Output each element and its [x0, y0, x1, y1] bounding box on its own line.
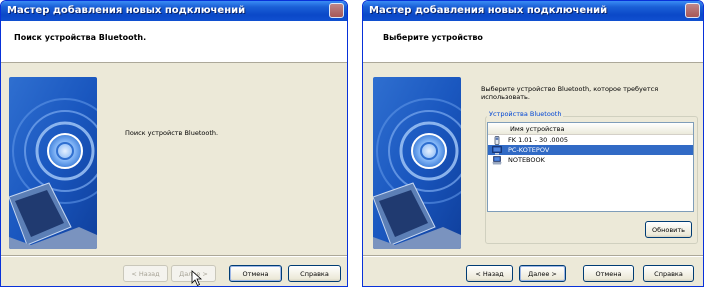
device-list-item[interactable]: NOTEBOOK [488, 155, 693, 165]
instruction-text: Выберите устройство Bluetooth, которое т… [481, 85, 659, 101]
wizard-header: Выберите устройство [363, 21, 703, 63]
title-bar[interactable]: Мастер добавления новых подключений [363, 1, 703, 21]
computer-icon [492, 145, 502, 154]
wizard-window-search: Мастер добавления новых подключений Поис… [0, 0, 348, 287]
device-list-item-selected[interactable]: PC-KOTEPOV [488, 145, 693, 155]
bluetooth-wizard-art [9, 77, 97, 249]
mouse-cursor-icon [191, 270, 203, 286]
cancel-button[interactable]: Отмена [229, 265, 282, 282]
phone-icon [494, 135, 500, 145]
help-button[interactable]: Справка [643, 265, 694, 282]
page-title: Выберите устройство [383, 33, 483, 42]
laptop-icon [492, 155, 502, 164]
back-button[interactable]: < Назад [123, 265, 168, 282]
device-list-item[interactable]: FK 1.01 - 30 .0005 [488, 135, 693, 145]
button-separator [363, 255, 703, 257]
window-title: Мастер добавления новых подключений [7, 5, 246, 16]
cancel-button[interactable]: Отмена [583, 265, 634, 282]
device-list[interactable]: Имя устройства FK 1.01 - 30 .0005 PC-KOT… [487, 122, 694, 212]
title-bar[interactable]: Мастер добавления новых подключений [1, 1, 347, 21]
close-icon[interactable] [685, 3, 700, 18]
help-button[interactable]: Справка [288, 265, 341, 282]
device-name: NOTEBOOK [508, 156, 545, 164]
device-name: PC-KOTEPOV [508, 146, 550, 154]
window-title: Мастер добавления новых подключений [369, 5, 608, 16]
page-title: Поиск устройства Bluetooth. [14, 33, 147, 42]
wizard-header: Поиск устройства Bluetooth. [1, 21, 347, 63]
device-name-column-header[interactable]: Имя устройства [488, 123, 693, 135]
bluetooth-wizard-art [373, 77, 461, 249]
device-name: FK 1.01 - 30 .0005 [508, 136, 568, 144]
devices-group-label: Устройства Bluetooth [487, 110, 564, 118]
back-button[interactable]: < Назад [466, 265, 513, 282]
wizard-window-select: Мастер добавления новых подключений Выбе… [362, 0, 704, 287]
close-icon[interactable] [329, 3, 344, 18]
refresh-button[interactable]: Обновить [645, 221, 692, 238]
next-button[interactable]: Далее > [519, 265, 566, 282]
button-separator [1, 255, 347, 257]
search-status-text: Поиск устройств Bluetooth. [125, 129, 219, 137]
